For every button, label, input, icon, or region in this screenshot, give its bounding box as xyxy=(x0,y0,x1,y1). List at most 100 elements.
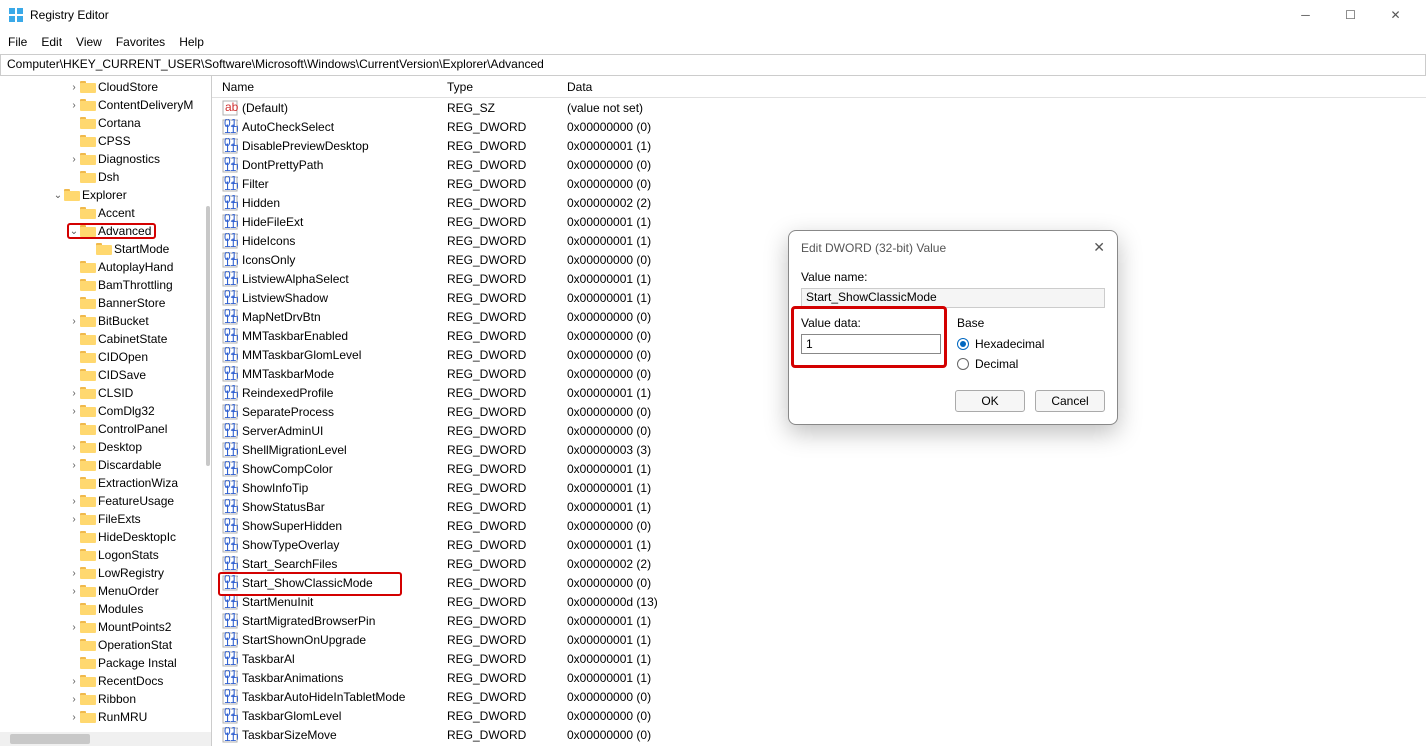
tree-item[interactable]: Modules xyxy=(0,600,211,618)
list-row[interactable]: 011110StartShownOnUpgradeREG_DWORD0x0000… xyxy=(212,630,1426,649)
list-row[interactable]: 011110AutoCheckSelectREG_DWORD0x00000000… xyxy=(212,117,1426,136)
list-row[interactable]: 011110TaskbarAnimationsREG_DWORD0x000000… xyxy=(212,668,1426,687)
chevron-right-icon[interactable]: › xyxy=(68,676,80,687)
tree-item[interactable]: ›MenuOrder xyxy=(0,582,211,600)
menu-file[interactable]: File xyxy=(8,35,27,49)
close-button[interactable]: ✕ xyxy=(1373,0,1418,30)
list-row[interactable]: 011110Start_ShowClassicModeREG_DWORD0x00… xyxy=(212,573,1426,592)
menu-favorites[interactable]: Favorites xyxy=(116,35,165,49)
column-type[interactable]: Type xyxy=(447,80,567,94)
tree-item[interactable]: ControlPanel xyxy=(0,420,211,438)
tree-item[interactable]: StartMode xyxy=(0,240,211,258)
tree-item[interactable]: ›ContentDeliveryM xyxy=(0,96,211,114)
list-row[interactable]: 011110StartMenuInitREG_DWORD0x0000000d (… xyxy=(212,592,1426,611)
list-row[interactable]: 011110HideFileExtREG_DWORD0x00000001 (1) xyxy=(212,212,1426,231)
menu-view[interactable]: View xyxy=(76,35,102,49)
tree-item[interactable]: Cortana xyxy=(0,114,211,132)
list-row[interactable]: 011110StartMigratedBrowserPinREG_DWORD0x… xyxy=(212,611,1426,630)
address-bar[interactable]: Computer\HKEY_CURRENT_USER\Software\Micr… xyxy=(0,54,1426,76)
menu-help[interactable]: Help xyxy=(179,35,204,49)
list-row[interactable]: 011110ShowCompColorREG_DWORD0x00000001 (… xyxy=(212,459,1426,478)
list-row[interactable]: 011110ShowInfoTipREG_DWORD0x00000001 (1) xyxy=(212,478,1426,497)
chevron-right-icon[interactable]: › xyxy=(68,82,80,93)
tree-item[interactable]: LogonStats xyxy=(0,546,211,564)
tree-item[interactable]: ›FileExts xyxy=(0,510,211,528)
tree-item[interactable]: CIDSave xyxy=(0,366,211,384)
list-row[interactable]: 011110HiddenREG_DWORD0x00000002 (2) xyxy=(212,193,1426,212)
chevron-right-icon[interactable]: › xyxy=(68,694,80,705)
list-row[interactable]: 011110DisablePreviewDesktopREG_DWORD0x00… xyxy=(212,136,1426,155)
tree-item[interactable]: OperationStat xyxy=(0,636,211,654)
tree-item[interactable]: BannerStore xyxy=(0,294,211,312)
chevron-right-icon[interactable]: › xyxy=(68,154,80,165)
tree-item[interactable]: CPSS xyxy=(0,132,211,150)
tree-item[interactable]: ›BitBucket xyxy=(0,312,211,330)
tree-item[interactable]: ⌄Explorer xyxy=(0,186,211,204)
tree-item[interactable]: AutoplayHand xyxy=(0,258,211,276)
radio-hexadecimal[interactable]: Hexadecimal xyxy=(957,334,1044,354)
tree-item[interactable]: ›ComDlg32 xyxy=(0,402,211,420)
chevron-down-icon[interactable]: ⌄ xyxy=(68,226,80,237)
list-row[interactable]: 011110TaskbarAlREG_DWORD0x00000001 (1) xyxy=(212,649,1426,668)
chevron-right-icon[interactable]: › xyxy=(68,460,80,471)
list-row[interactable]: 011110Start_SearchFilesREG_DWORD0x000000… xyxy=(212,554,1426,573)
minimize-button[interactable]: ─ xyxy=(1283,0,1328,30)
list-row[interactable]: 011110DontPrettyPathREG_DWORD0x00000000 … xyxy=(212,155,1426,174)
tree-item[interactable]: ›Discardable xyxy=(0,456,211,474)
tree-item[interactable]: ›LowRegistry xyxy=(0,564,211,582)
tree-item[interactable]: Accent xyxy=(0,204,211,222)
list-row[interactable]: ab(Default)REG_SZ(value not set) xyxy=(212,98,1426,117)
tree-item[interactable]: CabinetState xyxy=(0,330,211,348)
tree-item[interactable]: ExtractionWiza xyxy=(0,474,211,492)
tree-horizontal-scrollbar[interactable] xyxy=(0,732,211,746)
registry-tree[interactable]: ›CloudStore›ContentDeliveryMCortanaCPSS›… xyxy=(0,76,211,728)
tree-item[interactable]: ›Desktop xyxy=(0,438,211,456)
tree-item[interactable]: ›CLSID xyxy=(0,384,211,402)
tree-item[interactable]: ›Diagnostics xyxy=(0,150,211,168)
tree-item[interactable]: ›CloudStore xyxy=(0,78,211,96)
tree-item[interactable]: CIDOpen xyxy=(0,348,211,366)
tree-item[interactable]: ›MountPoints2 xyxy=(0,618,211,636)
list-row[interactable]: 011110FilterREG_DWORD0x00000000 (0) xyxy=(212,174,1426,193)
tree-item[interactable]: ⌄Advanced xyxy=(0,222,211,240)
chevron-right-icon[interactable]: › xyxy=(68,316,80,327)
dialog-titlebar[interactable]: Edit DWORD (32-bit) Value ✕ xyxy=(789,231,1117,264)
chevron-right-icon[interactable]: › xyxy=(68,388,80,399)
chevron-right-icon[interactable]: › xyxy=(68,514,80,525)
value-type: REG_DWORD xyxy=(447,690,567,704)
tree-item[interactable]: BamThrottling xyxy=(0,276,211,294)
menu-edit[interactable]: Edit xyxy=(41,35,62,49)
list-row[interactable]: 011110TaskbarSizeMoveREG_DWORD0x00000000… xyxy=(212,725,1426,744)
list-row[interactable]: 011110TaskbarGlomLevelREG_DWORD0x0000000… xyxy=(212,706,1426,725)
chevron-right-icon[interactable]: › xyxy=(68,496,80,507)
list-row[interactable]: 011110ShellMigrationLevelREG_DWORD0x0000… xyxy=(212,440,1426,459)
tree-item[interactable]: HideDesktopIc xyxy=(0,528,211,546)
tree-vertical-scrollbar[interactable] xyxy=(205,76,211,746)
column-name[interactable]: Name xyxy=(222,80,447,94)
chevron-right-icon[interactable]: › xyxy=(68,442,80,453)
cancel-button[interactable]: Cancel xyxy=(1035,390,1105,412)
maximize-button[interactable]: ☐ xyxy=(1328,0,1373,30)
tree-item[interactable]: ›FeatureUsage xyxy=(0,492,211,510)
ok-button[interactable]: OK xyxy=(955,390,1025,412)
chevron-right-icon[interactable]: › xyxy=(68,712,80,723)
tree-item[interactable]: ›RunMRU xyxy=(0,708,211,726)
list-row[interactable]: 011110ShowTypeOverlayREG_DWORD0x00000001… xyxy=(212,535,1426,554)
column-data[interactable]: Data xyxy=(567,80,1426,94)
chevron-right-icon[interactable]: › xyxy=(68,100,80,111)
list-row[interactable]: 011110TaskbarAutoHideInTabletModeREG_DWO… xyxy=(212,687,1426,706)
chevron-right-icon[interactable]: › xyxy=(68,586,80,597)
chevron-right-icon[interactable]: › xyxy=(68,568,80,579)
list-row[interactable]: 011110ShowStatusBarREG_DWORD0x00000001 (… xyxy=(212,497,1426,516)
value-data-input[interactable] xyxy=(801,334,941,354)
list-row[interactable]: 011110ShowSuperHiddenREG_DWORD0x00000000… xyxy=(212,516,1426,535)
radio-decimal[interactable]: Decimal xyxy=(957,354,1044,374)
chevron-right-icon[interactable]: › xyxy=(68,406,80,417)
chevron-right-icon[interactable]: › xyxy=(68,622,80,633)
tree-item[interactable]: ›RecentDocs xyxy=(0,672,211,690)
tree-item[interactable]: Dsh xyxy=(0,168,211,186)
tree-item[interactable]: Package Instal xyxy=(0,654,211,672)
tree-item[interactable]: ›Ribbon xyxy=(0,690,211,708)
chevron-down-icon[interactable]: ⌄ xyxy=(52,190,64,201)
dialog-close-icon[interactable]: ✕ xyxy=(1093,239,1105,256)
